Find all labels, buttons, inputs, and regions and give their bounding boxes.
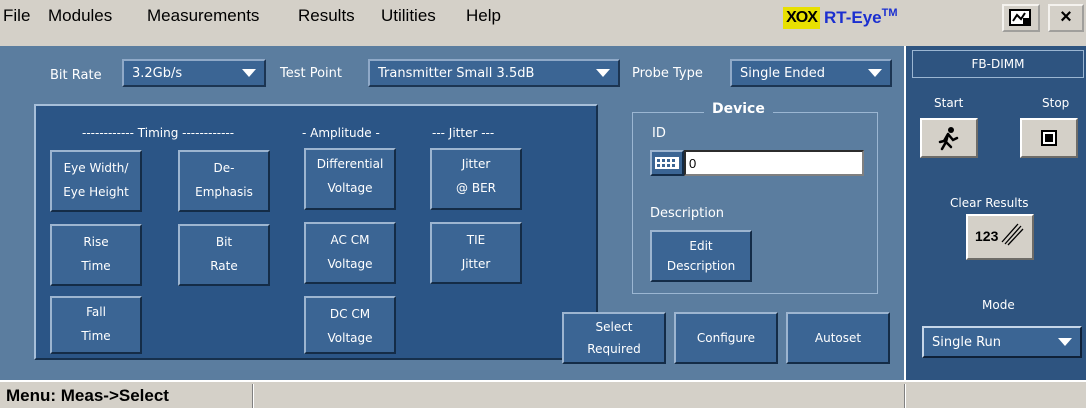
bit-rate-dropdown[interactable]: 3.2Gb/s [122, 59, 266, 87]
status-divider [904, 384, 906, 408]
dc-cm-voltage-line1: DC CM [329, 307, 371, 321]
menu-modules[interactable]: Modules [48, 5, 112, 27]
eraser-icon [1001, 223, 1024, 246]
chevron-down-icon [596, 69, 610, 77]
dc-cm-voltage-line2: Voltage [327, 331, 373, 345]
jitter-at-ber-line1: Jitter [461, 157, 491, 171]
probe-type-dropdown[interactable]: Single Ended [730, 59, 892, 87]
tie-jitter-line1: TIE [466, 233, 486, 247]
probe-type-label: Probe Type [632, 66, 703, 81]
jitter-at-ber-line2: @ BER [456, 181, 496, 195]
device-id-input[interactable] [684, 150, 864, 176]
brand-name: RT-EyeTM [824, 7, 898, 28]
stop-label: Stop [1042, 96, 1070, 110]
bit-rate-button[interactable]: Bit Rate [178, 224, 270, 286]
window-toggle-icon [1009, 9, 1031, 26]
menu-utilities[interactable]: Utilities [381, 5, 436, 27]
fall-time-line1: Fall [86, 305, 106, 319]
chevron-down-icon [1058, 338, 1072, 346]
rise-time-line1: Rise [83, 235, 109, 249]
de-emphasis-line1: De- [213, 161, 235, 175]
brand-name-text: RT-Eye [824, 8, 882, 27]
bit-rate-value: 3.2Gb/s [132, 65, 183, 81]
mode-label: Mode [982, 298, 1015, 312]
close-icon: × [1060, 6, 1072, 28]
eye-width-height-button[interactable]: Eye Width/ Eye Height [50, 150, 142, 212]
status-text: Menu: Meas->Select [6, 386, 169, 405]
de-emphasis-line2: Emphasis [195, 185, 253, 199]
id-label: ID [652, 126, 666, 141]
autoset-button[interactable]: Autoset [786, 312, 890, 364]
eye-width-line1: Eye Width/ [63, 161, 129, 175]
chevron-down-icon [242, 69, 256, 77]
ac-cm-voltage-button[interactable]: AC CM Voltage [304, 222, 396, 284]
eye-width-line2: Eye Height [63, 185, 129, 199]
brand-logo: XOX [783, 7, 820, 29]
stop-square-icon [1041, 130, 1057, 146]
jitter-at-ber-button[interactable]: Jitter @ BER [430, 148, 522, 210]
timing-header: ------------ Timing ------------ [82, 126, 235, 140]
select-required-line1: Select [595, 320, 633, 334]
module-label: FB-DIMM [912, 50, 1084, 78]
differential-voltage-button[interactable]: Differential Voltage [304, 148, 396, 210]
running-figure-icon [938, 127, 959, 151]
mode-value: Single Run [932, 334, 1002, 350]
ac-cm-voltage-line1: AC CM [330, 233, 370, 247]
status-divider [252, 384, 254, 408]
rise-time-line2: Time [81, 259, 111, 273]
start-label: Start [934, 96, 964, 110]
clear-results-button[interactable]: 123 [966, 214, 1034, 260]
bit-rate-line1: Bit [215, 235, 233, 249]
select-required-button[interactable]: Select Required [562, 312, 666, 364]
dc-cm-voltage-button[interactable]: DC CM Voltage [304, 296, 396, 354]
fall-time-line2: Time [81, 329, 111, 343]
start-button[interactable] [920, 118, 978, 158]
differential-voltage-line1: Differential [316, 157, 384, 171]
edit-description-button[interactable]: Edit Description [650, 230, 752, 282]
rise-time-button[interactable]: Rise Time [50, 224, 142, 286]
close-button[interactable]: × [1048, 4, 1084, 32]
de-emphasis-button[interactable]: De- Emphasis [178, 150, 270, 212]
clear-results-label: Clear Results [950, 196, 1029, 210]
menu-measurements[interactable]: Measurements [147, 5, 259, 27]
device-title: Device [704, 101, 773, 117]
keypad-icon [655, 157, 679, 169]
test-point-value: Transmitter Small 3.5dB [378, 65, 535, 81]
tie-jitter-button[interactable]: TIE Jitter [430, 222, 522, 284]
fall-time-button[interactable]: Fall Time [50, 296, 142, 354]
ac-cm-voltage-line2: Voltage [327, 257, 373, 271]
probe-type-value: Single Ended [740, 65, 826, 81]
brand-trademark: TM [881, 7, 898, 19]
configure-button[interactable]: Configure [674, 312, 778, 364]
bit-rate-line2: Rate [210, 259, 238, 273]
tie-jitter-line2: Jitter [461, 257, 491, 271]
amplitude-header: - Amplitude - [302, 126, 380, 140]
keypad-button[interactable] [650, 150, 684, 176]
stop-button[interactable] [1020, 118, 1078, 158]
bit-rate-label: Bit Rate [50, 68, 102, 83]
window-toggle-button[interactable] [1002, 4, 1040, 32]
jitter-header: --- Jitter --- [432, 126, 495, 140]
test-point-label: Test Point [280, 66, 343, 81]
differential-voltage-line2: Voltage [327, 181, 373, 195]
mode-dropdown[interactable]: Single Run [922, 326, 1082, 358]
status-bar: Menu: Meas->Select [0, 380, 1086, 408]
chevron-down-icon [868, 69, 882, 77]
select-required-line2: Required [587, 342, 641, 356]
menu-file[interactable]: File [3, 5, 30, 27]
edit-description-line2: Description [666, 259, 736, 273]
description-label: Description [650, 206, 725, 221]
brand: XOX RT-EyeTM [783, 4, 898, 32]
menu-bar: File Modules Measurements Results Utilit… [0, 0, 1086, 36]
menu-help[interactable]: Help [466, 5, 501, 27]
menu-results[interactable]: Results [298, 5, 355, 27]
edit-description-line1: Edit [689, 239, 713, 253]
test-point-dropdown[interactable]: Transmitter Small 3.5dB [368, 59, 620, 87]
